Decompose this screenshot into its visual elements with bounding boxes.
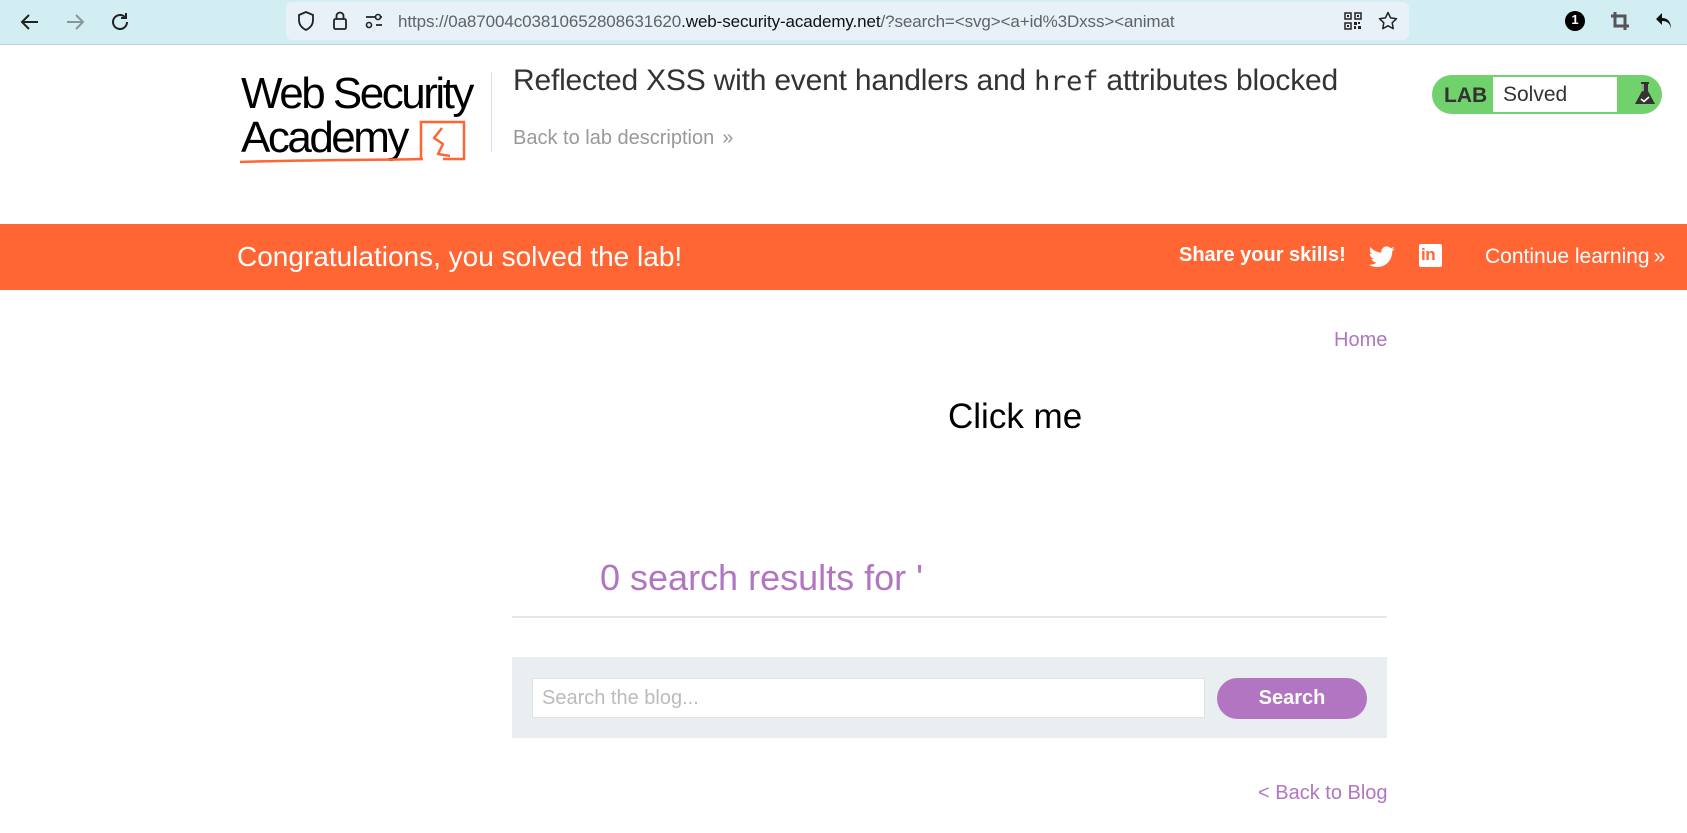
forward-button[interactable] (61, 8, 89, 36)
lab-title-code: href (1034, 66, 1099, 97)
url-path: /?search=<svg><a+id%3Dxss><animat (880, 12, 1175, 31)
linkedin-icon[interactable]: in (1419, 244, 1442, 267)
crop-button[interactable] (1608, 9, 1632, 33)
address-bar[interactable]: https://0a87004c03810652808631620.web-se… (286, 2, 1409, 40)
undo-icon (1656, 13, 1671, 29)
header-divider (491, 72, 492, 152)
browser-toolbar: https://0a87004c03810652808631620.web-se… (0, 0, 1687, 45)
lab-status-text: Solved (1493, 77, 1617, 112)
back-to-lab-description-label: Back to lab description (513, 127, 715, 149)
web-security-academy-logo[interactable]: Web Security Academy (238, 70, 490, 165)
url-fade (1286, 6, 1338, 36)
search-form: Search (512, 657, 1387, 738)
lab-title: Reflected XSS with event handlers and hr… (513, 64, 1338, 98)
lock-icon[interactable] (330, 11, 350, 31)
home-link[interactable]: Home (1334, 329, 1387, 352)
search-results-heading: 0 search results for ' (600, 557, 923, 598)
logo-line1: Web Security (241, 69, 474, 118)
lab-title-part2: attributes blocked (1098, 64, 1338, 97)
divider (512, 616, 1387, 618)
double-chevron-right-icon: » (1653, 245, 1666, 268)
lab-badge-label: LAB (1444, 84, 1488, 107)
back-to-blog-link[interactable]: < Back to Blog (1258, 782, 1388, 805)
bookmark-star-icon[interactable] (1378, 11, 1398, 31)
permissions-icon[interactable] (364, 11, 384, 31)
congratulations-message: Congratulations, you solved the lab! (237, 241, 683, 272)
shield-icon[interactable] (296, 11, 316, 31)
double-chevron-right-icon: » (722, 127, 734, 149)
url-host: .web-security-academy.net (681, 12, 881, 31)
extension-badge-count: 1 (1571, 12, 1579, 27)
extension-badge-button[interactable]: 1 (1563, 9, 1587, 33)
undo-button[interactable] (1652, 9, 1676, 33)
continue-learning-link[interactable]: Continue learning » (1485, 245, 1665, 269)
back-to-lab-description-link[interactable]: Back to lab description » (513, 127, 733, 150)
back-button[interactable] (16, 8, 44, 36)
reload-button[interactable] (106, 8, 134, 36)
click-me-link[interactable]: Click me (948, 397, 1082, 437)
share-skills-label: Share your skills! (1179, 244, 1346, 266)
search-button[interactable]: Search (1217, 678, 1367, 719)
twitter-icon[interactable] (1369, 245, 1395, 269)
crop-icon (1611, 12, 1629, 30)
url-text[interactable]: https://0a87004c03810652808631620.web-se… (398, 12, 1338, 32)
qr-code-icon[interactable] (1343, 11, 1363, 31)
lab-title-part1: Reflected XSS with event handlers and (513, 64, 1035, 97)
logo-bolt-icon (239, 120, 466, 164)
solved-banner: Congratulations, you solved the lab! Sha… (0, 224, 1687, 290)
forward-arrow-icon (67, 14, 85, 30)
url-scheme-subdomain: https://0a87004c03810652808631620 (398, 12, 682, 31)
continue-learning-label: Continue learning (1485, 245, 1650, 268)
reload-icon (112, 13, 128, 30)
lab-status-badge: LAB Solved (1432, 75, 1662, 114)
search-input[interactable] (532, 678, 1205, 718)
flask-check-icon (1635, 82, 1655, 104)
back-arrow-icon (20, 14, 38, 30)
